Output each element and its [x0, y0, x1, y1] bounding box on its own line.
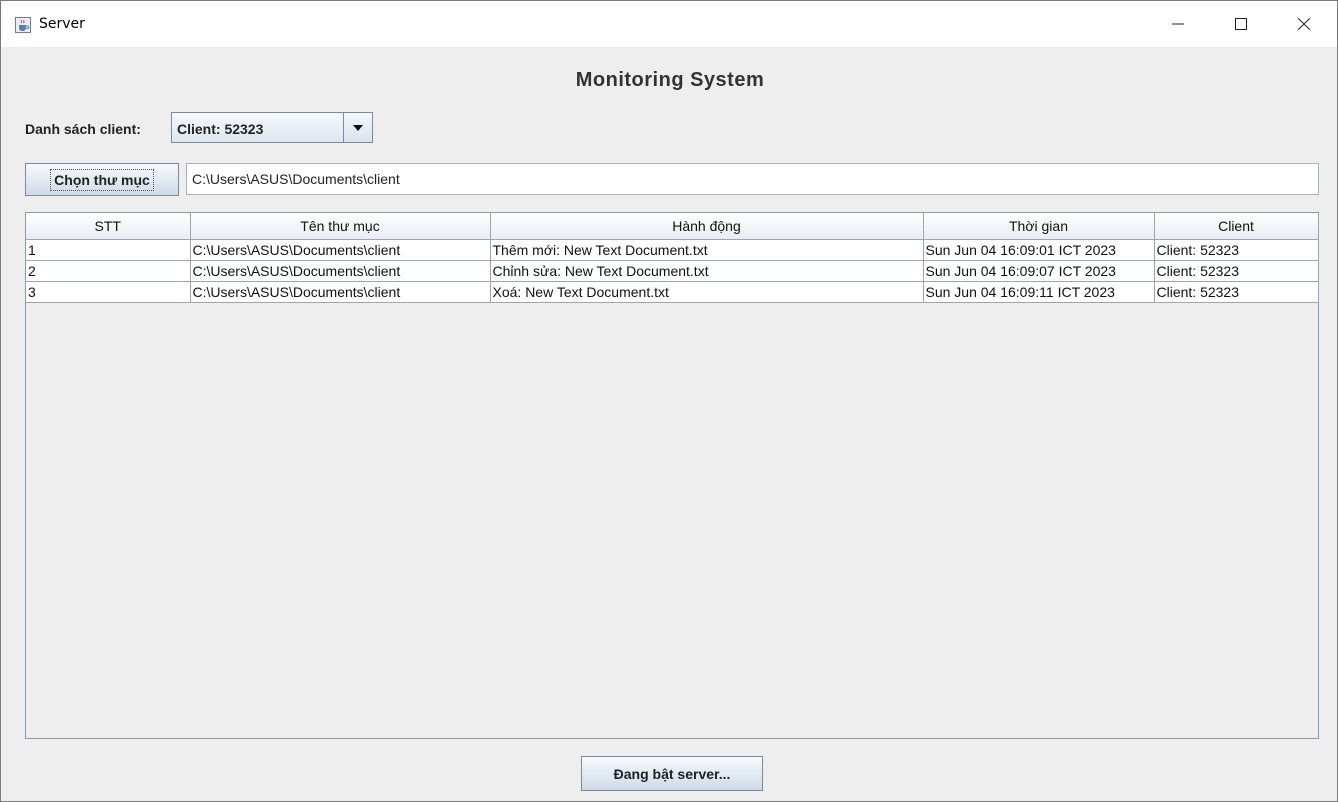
page-title: Monitoring System	[575, 69, 765, 91]
choose-folder-button[interactable]: Chọn thư mục	[25, 163, 179, 196]
server-status-button[interactable]: Đang bật server...	[581, 756, 763, 791]
chevron-down-icon	[353, 124, 363, 131]
cell-client[interactable]: Client: 52323	[1154, 281, 1319, 303]
log-table: STT Tên thư mục Hành động Thời gian Clie…	[26, 213, 1319, 303]
column-header-stt[interactable]: STT	[26, 213, 191, 240]
cell-action[interactable]: Xoá: New Text Document.txt	[490, 281, 924, 303]
close-icon	[1298, 18, 1310, 30]
cell-action[interactable]: Thêm mới: New Text Document.txt	[490, 239, 924, 261]
dropdown-arrow-button[interactable]	[343, 113, 372, 142]
column-header-action[interactable]: Hành động	[490, 213, 924, 240]
cell-time[interactable]: Sun Jun 04 16:09:11 ICT 2023	[923, 281, 1155, 303]
choose-folder-label: Chọn thư mục	[50, 168, 154, 191]
minimize-icon	[1172, 23, 1184, 25]
cell-time[interactable]: Sun Jun 04 16:09:01 ICT 2023	[923, 239, 1155, 261]
maximize-icon	[1235, 18, 1247, 30]
cell-folder[interactable]: C:\Users\ASUS\Documents\client	[190, 260, 491, 282]
cell-folder[interactable]: C:\Users\ASUS\Documents\client	[190, 281, 491, 303]
title-bar[interactable]: Server	[1, 1, 1337, 47]
cell-action[interactable]: Chỉnh sửa: New Text Document.txt	[490, 260, 924, 282]
client-dropdown-value: Client: 52323	[177, 121, 264, 137]
folder-path-input[interactable]	[186, 163, 1319, 195]
cell-folder[interactable]: C:\Users\ASUS\Documents\client	[190, 239, 491, 261]
cell-client[interactable]: Client: 52323	[1154, 260, 1319, 282]
cell-stt[interactable]: 3	[26, 281, 191, 303]
column-header-time[interactable]: Thời gian	[923, 213, 1155, 240]
server-window: Server Monitoring System Danh sách clien…	[0, 0, 1338, 802]
table-row[interactable]: 3 C:\Users\ASUS\Documents\client Xoá: Ne…	[26, 281, 1319, 303]
window-title: Server	[39, 16, 85, 32]
cell-stt[interactable]: 1	[26, 239, 191, 261]
table-header-row: STT Tên thư mục Hành động Thời gian Clie…	[26, 213, 1319, 240]
client-dropdown[interactable]: Client: 52323	[171, 112, 373, 143]
column-header-folder[interactable]: Tên thư mục	[190, 213, 491, 240]
table-row[interactable]: 1 C:\Users\ASUS\Documents\client Thêm mớ…	[26, 239, 1319, 261]
log-table-container[interactable]: STT Tên thư mục Hành động Thời gian Clie…	[25, 212, 1319, 739]
cell-time[interactable]: Sun Jun 04 16:09:07 ICT 2023	[923, 260, 1155, 282]
minimize-button[interactable]	[1155, 1, 1201, 47]
client-list-label: Danh sách client:	[25, 121, 141, 137]
maximize-button[interactable]	[1218, 1, 1264, 47]
cell-stt[interactable]: 2	[26, 260, 191, 282]
close-button[interactable]	[1281, 1, 1327, 47]
cell-client[interactable]: Client: 52323	[1154, 239, 1319, 261]
java-cup-icon	[15, 17, 31, 33]
column-header-client[interactable]: Client	[1154, 213, 1319, 240]
table-row[interactable]: 2 C:\Users\ASUS\Documents\client Chỉnh s…	[26, 260, 1319, 282]
